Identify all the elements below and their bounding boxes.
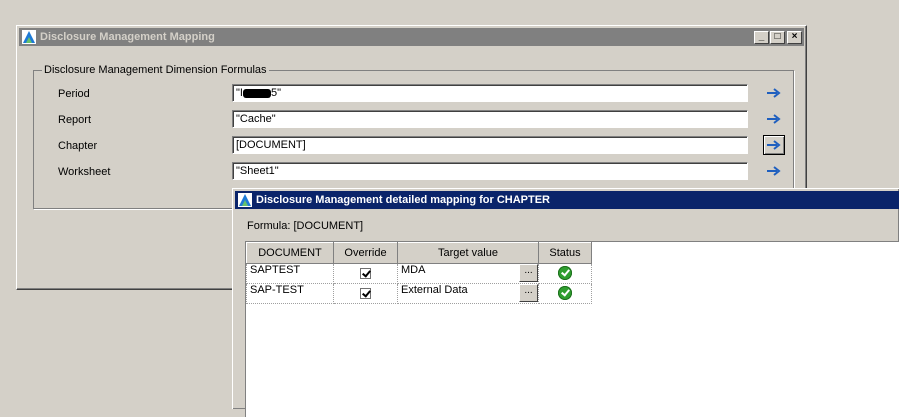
- close-icon: ×: [791, 31, 798, 42]
- document-cell: SAP-TEST: [246, 283, 334, 304]
- column-header-target-value[interactable]: Target value: [397, 242, 539, 264]
- maximize-button[interactable]: □: [770, 30, 785, 44]
- column-header-override[interactable]: Override: [333, 242, 398, 264]
- target-value-text: MDA: [401, 264, 426, 276]
- minimize-button[interactable]: _: [754, 30, 769, 44]
- check-circle-icon: [558, 266, 572, 280]
- worksheet-value: "Sheet1": [236, 165, 279, 177]
- arrow-right-icon: [767, 140, 781, 150]
- period-input[interactable]: "I 5": [232, 84, 748, 102]
- detail-window-titlebar[interactable]: Disclosure Management detailed mapping f…: [235, 191, 899, 209]
- table-row[interactable]: SAPTEST MDA ...: [246, 263, 592, 284]
- period-value: "I: [236, 87, 243, 99]
- mapping-window-title: Disclosure Management Mapping: [40, 31, 215, 43]
- override-cell: [333, 263, 398, 284]
- status-cell: [538, 263, 592, 284]
- period-value-suffix: 5": [270, 87, 281, 99]
- column-header-status[interactable]: Status: [538, 242, 592, 264]
- target-value-cell[interactable]: MDA ...: [397, 263, 539, 284]
- report-value: "Cache": [236, 113, 276, 125]
- table-row[interactable]: SAP-TEST External Data ...: [246, 283, 592, 304]
- mapping-table: DOCUMENT Override Target value Status SA…: [246, 242, 592, 304]
- check-circle-icon: [558, 286, 572, 300]
- table-header-row: DOCUMENT Override Target value Status: [246, 242, 592, 264]
- arrow-right-icon: [767, 166, 781, 176]
- report-label: Report: [58, 114, 92, 126]
- period-label: Period: [58, 88, 90, 100]
- chapter-label: Chapter: [58, 140, 98, 152]
- document-cell: SAPTEST: [246, 263, 334, 284]
- status-cell: [538, 283, 592, 304]
- group-title: Disclosure Management Dimension Formulas: [42, 64, 269, 76]
- period-go-button[interactable]: [763, 83, 785, 103]
- chapter-input[interactable]: [DOCUMENT]: [232, 136, 748, 154]
- detail-window-title: Disclosure Management detailed mapping f…: [256, 194, 550, 206]
- target-value-cell[interactable]: External Data ...: [397, 283, 539, 304]
- mapping-window-titlebar[interactable]: Disclosure Management Mapping _ □ ×: [19, 28, 804, 46]
- close-button[interactable]: ×: [787, 30, 802, 44]
- browse-button[interactable]: ...: [519, 264, 538, 282]
- redaction-mark: [242, 88, 271, 98]
- minimize-icon: _: [758, 31, 765, 42]
- target-value-text: External Data: [401, 284, 468, 296]
- arrow-right-icon: [767, 88, 781, 98]
- report-input[interactable]: "Cache": [232, 110, 748, 128]
- formula-label: Formula: [DOCUMENT]: [247, 220, 364, 232]
- chapter-value: [DOCUMENT]: [236, 139, 306, 151]
- column-header-document[interactable]: DOCUMENT: [246, 242, 334, 264]
- override-checkbox[interactable]: [360, 288, 371, 299]
- browse-button[interactable]: ...: [519, 284, 538, 302]
- override-cell: [333, 283, 398, 304]
- maximize-icon: □: [774, 31, 781, 42]
- worksheet-label: Worksheet: [58, 166, 111, 178]
- arrow-right-icon: [767, 114, 781, 124]
- worksheet-input[interactable]: "Sheet1": [232, 162, 748, 180]
- detail-mapping-window: Disclosure Management detailed mapping f…: [232, 188, 899, 417]
- override-checkbox[interactable]: [360, 268, 371, 279]
- sap-app-icon: [238, 193, 252, 207]
- worksheet-go-button[interactable]: [763, 161, 785, 181]
- mapping-grid[interactable]: DOCUMENT Override Target value Status SA…: [245, 241, 899, 417]
- sap-app-icon: [22, 30, 36, 44]
- chapter-go-button[interactable]: [763, 135, 785, 155]
- report-go-button[interactable]: [763, 109, 785, 129]
